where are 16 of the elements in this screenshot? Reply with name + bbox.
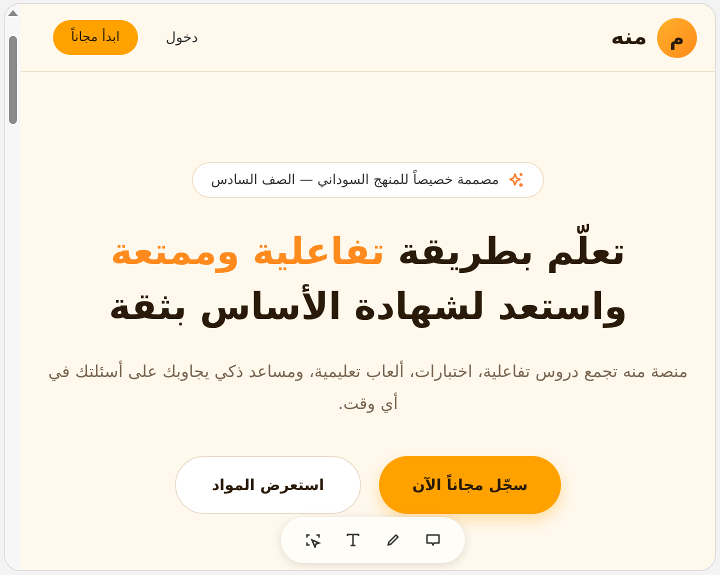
select-icon[interactable] <box>305 532 321 548</box>
hero-description: منصة منه تجمع دروس تفاعلية، اختبارات، ألعاب تعليمية، ومساعد ذكي يجاوبك على أسئلتك في أي وقت. <box>47 360 689 415</box>
brand-name: منه <box>611 25 647 50</box>
sparkle-icon <box>507 171 526 189</box>
curriculum-badge: مصممة خصيصاً للمنهج السوداني — الصف السادس <box>192 162 544 198</box>
scrollbar-thumb[interactable] <box>9 36 17 124</box>
comment-icon[interactable] <box>425 532 441 548</box>
signup-button[interactable]: سجّل مجاناً الآن <box>379 456 561 514</box>
browse-subjects-button[interactable]: استعرض المواد <box>175 456 361 514</box>
start-free-button[interactable]: ابدأ مجاناً <box>53 20 138 55</box>
hero-heading: تعلّم بطريقة تفاعلية وممتعة واستعد لشهادة الأساس بثقة <box>108 224 628 334</box>
login-link[interactable]: دخول <box>164 28 200 48</box>
text-icon[interactable] <box>345 532 361 548</box>
pencil-icon[interactable] <box>385 532 401 548</box>
scroll-up-icon[interactable] <box>8 10 18 16</box>
logo-icon: م <box>657 18 697 58</box>
